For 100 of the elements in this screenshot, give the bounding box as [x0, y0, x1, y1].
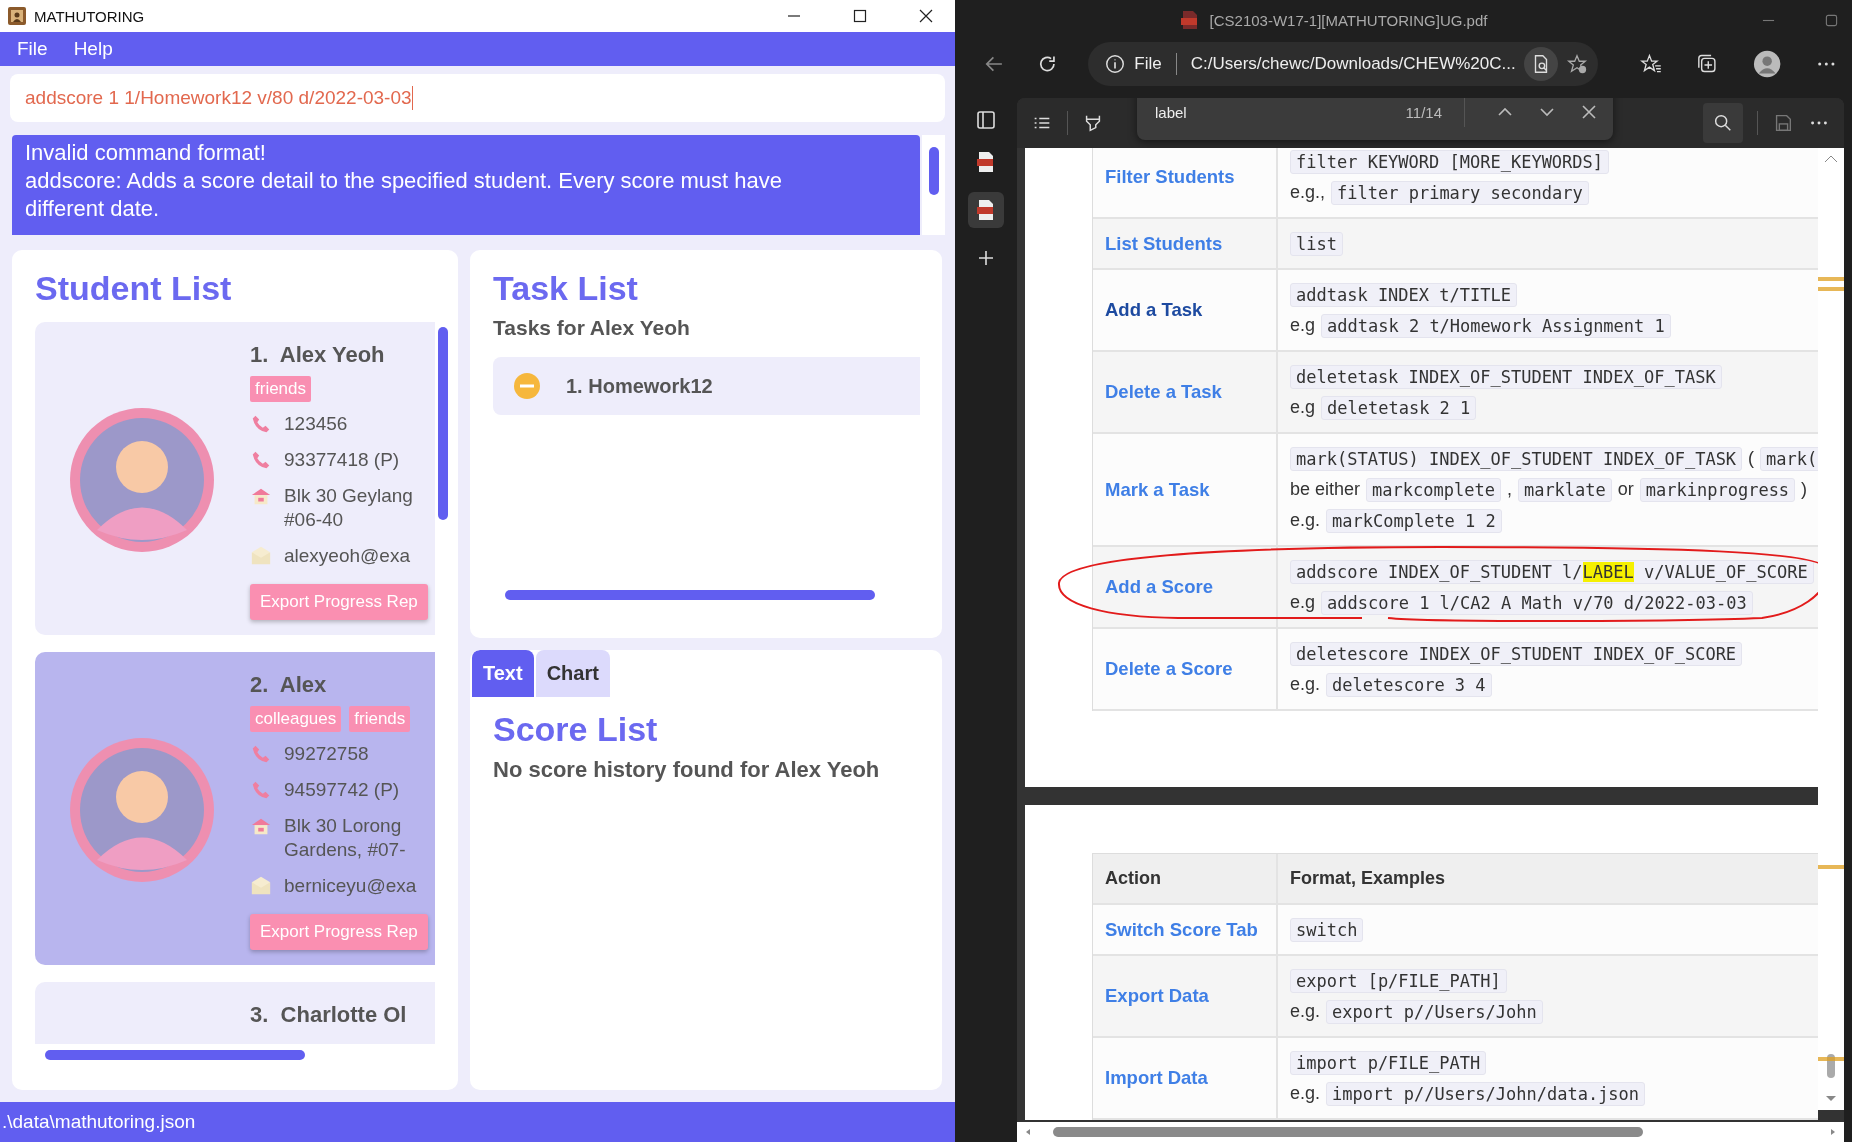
pdf-file-icon: [1179, 10, 1200, 30]
window-title: MATHUTORING: [34, 7, 145, 25]
window-title: [CS2103-W17-1][MATHUTORING]UG.pdf: [1209, 11, 1488, 29]
panel-title: Task List: [493, 268, 639, 308]
code-snippet: export p//Users/John: [1326, 999, 1543, 1024]
cell-text: e.g.: [1290, 1001, 1321, 1022]
code-snippet: mark(: [1760, 446, 1818, 471]
scrollbar-thumb[interactable]: [45, 1050, 305, 1060]
command-link[interactable]: Mark a Task: [1105, 478, 1210, 501]
column-header: Action: [1093, 854, 1278, 903]
code-snippet: import p//Users/John/data.json: [1326, 1081, 1646, 1106]
student-card[interactable]: 3. Charlotte Ol: [35, 982, 435, 1044]
code-snippet: deletescore INDEX_OF_STUDENT INDEX_OF_SCORE: [1290, 641, 1743, 666]
match-count: 11/14: [1405, 103, 1442, 121]
menu-item[interactable]: File: [17, 38, 48, 60]
info-icon: [1104, 53, 1127, 75]
student-name: 2. Alex: [250, 671, 328, 699]
export-button[interactable]: Export Progress Rep: [250, 584, 428, 620]
code-snippet: marklate: [1517, 477, 1612, 502]
tag: colleagues: [250, 706, 342, 732]
panel-subtitle: Tasks for Alex Yeoh: [493, 316, 691, 340]
code-snippet: addscore 1 l/CA2 A Math v/70 d/2022-03-03: [1321, 590, 1753, 615]
sidebar-icon[interactable]: [974, 108, 998, 132]
student-detail: Blk 30 Lorong Gardens, #07-: [284, 814, 406, 862]
scrollbar-drawing[interactable]: [1818, 148, 1844, 1110]
command-field[interactable]: addscore 1 1/Homework12 v/80 d/2022-03-03: [10, 74, 945, 122]
search-icon[interactable]: [1712, 112, 1734, 134]
code-snippet: markinprogress: [1639, 477, 1796, 502]
cell-text: e.g.,: [1290, 182, 1326, 203]
export-button[interactable]: Export Progress Rep: [250, 914, 428, 950]
code-snippet: deletescore 3 4: [1326, 672, 1492, 697]
student-detail: 99272758: [284, 742, 369, 766]
envelope-icon: [250, 545, 272, 567]
address-bar[interactable]: File C:/Users/chewc/Downloads/CHEW%20C...: [1088, 42, 1598, 86]
envelope-icon: [250, 875, 272, 897]
cell-text: ): [1801, 479, 1808, 500]
code-snippet: markComplete 1 2: [1326, 508, 1502, 533]
scrollbar-thumb[interactable]: [438, 327, 448, 520]
profile-icon[interactable]: [1753, 49, 1782, 79]
cell-text: e.g: [1290, 397, 1316, 418]
command-link[interactable]: Import Data: [1105, 1067, 1208, 1089]
scrollbar-thumb[interactable]: [1053, 1127, 1643, 1137]
command-link[interactable]: Delete a Task: [1105, 381, 1222, 403]
code-snippet: deletetask INDEX_OF_STUDENT INDEX_OF_TASK: [1290, 364, 1722, 389]
command-link[interactable]: Export Data: [1105, 985, 1209, 1007]
text-cursor: [411, 86, 414, 110]
command-link[interactable]: Add a Score: [1105, 576, 1213, 598]
scrollbar-thumb[interactable]: [505, 590, 875, 600]
cell-text: (: [1748, 448, 1755, 469]
code-snippet: mark(STATUS) INDEX_OF_STUDENT INDEX_OF_TASK: [1290, 446, 1743, 471]
minus-circle-icon: [513, 372, 541, 400]
result-display: Invalid command format! addscore: Adds a score detail to the specified student. Every score must have different date.: [12, 135, 920, 235]
code-snippet: export [p/FILE_PATH]: [1290, 968, 1507, 993]
student-detail: berniceyu@exa: [284, 874, 417, 898]
student-card[interactable]: 2. Alex colleagues friends 99272758 94597742 (P) Blk 30 Lorong Gardens, #07- berniceyu@exa Export Progress Rep: [35, 652, 435, 965]
phone-icon: [250, 413, 272, 435]
student-detail: 93377418 (P): [284, 448, 400, 472]
scrollbar-thumb[interactable]: [928, 147, 939, 195]
phone-icon: [250, 449, 272, 471]
code-snippet: markcomplete: [1366, 477, 1501, 502]
maximize-icon[interactable]: [853, 9, 867, 23]
tab[interactable]: Chart: [535, 650, 610, 697]
code-text: addscore INDEX_OF_STUDENT l/: [1296, 561, 1583, 582]
task-title: 1. Homework12: [566, 374, 713, 398]
task-item[interactable]: 1. Homework12: [493, 357, 920, 415]
close-icon[interactable]: [919, 9, 933, 23]
cell-text: be either: [1290, 479, 1361, 500]
status-bar: .\data\mathutoring.json: [0, 1102, 955, 1142]
code-snippet: filter primary secondary: [1331, 180, 1589, 205]
code-snippet: switch: [1290, 917, 1364, 942]
code-snippet: addtask 2 t/Homework Assignment 1: [1321, 313, 1671, 338]
column-header: Format, Examples: [1289, 867, 1447, 890]
menu-item[interactable]: Help: [73, 38, 113, 60]
app-icon: [8, 7, 26, 25]
cell-text: e.g.: [1290, 1083, 1321, 1104]
command-link[interactable]: List Students: [1105, 232, 1223, 255]
code-snippet: import p/FILE_PATH: [1290, 1050, 1487, 1075]
tag: friends: [250, 376, 312, 402]
command-link[interactable]: Add a Task: [1105, 299, 1203, 321]
student-card[interactable]: 1. Alex Yeoh friends 123456 93377418 (P) Blk 30 Geylang #06-40 alexyeoh@exa Export Progress Rep: [35, 322, 435, 635]
read-aloud-icon[interactable]: [1523, 47, 1558, 81]
cell-text: e.g: [1290, 315, 1316, 336]
command-link[interactable]: Filter Students: [1105, 166, 1235, 188]
student-detail: alexyeoh@exa: [284, 544, 410, 568]
url-text: C:/Users/chewc/Downloads/CHEW%20C...: [1190, 54, 1516, 74]
command-link[interactable]: Delete a Score: [1105, 658, 1233, 680]
command-link[interactable]: Switch Score Tab: [1105, 918, 1258, 941]
panel-title: Student List: [35, 268, 233, 308]
cell-text: e.g.: [1290, 510, 1321, 531]
code-snippet: deletetask 2 1: [1321, 395, 1477, 420]
empty-message: No score history found for Alex Yeoh: [493, 757, 881, 783]
student-name: 3. Charlotte Ol: [250, 1001, 407, 1029]
phone-icon: [250, 779, 272, 801]
search-match: LABEL: [1582, 561, 1634, 582]
tab[interactable]: Text: [472, 650, 534, 697]
find-query[interactable]: label: [1155, 103, 1394, 121]
cell-text: ,: [1506, 479, 1512, 500]
student-detail: Blk 30 Geylang #06-40: [284, 484, 413, 532]
code-snippet: list: [1290, 231, 1343, 256]
add-favorite-icon[interactable]: [1565, 53, 1588, 75]
